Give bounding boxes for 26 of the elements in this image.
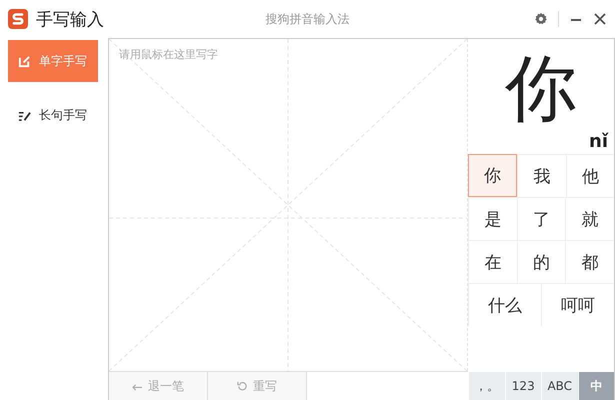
pencil-square-icon xyxy=(18,54,31,68)
pinyin-label: nǐ xyxy=(589,131,608,152)
settings-icon[interactable] xyxy=(534,12,548,26)
sidebar-tab[interactable]: 长句手写 xyxy=(8,94,98,136)
candidate-character[interactable]: 在 xyxy=(468,240,517,283)
refresh-icon xyxy=(237,380,248,392)
candidate-character[interactable]: 什么 xyxy=(468,283,541,326)
mode-tab[interactable]: ，。 xyxy=(468,372,504,400)
logo-icon xyxy=(8,9,28,29)
candidate-character[interactable]: 你 xyxy=(468,154,518,197)
candidate-character[interactable]: 的 xyxy=(516,240,566,283)
close-icon[interactable] xyxy=(593,12,607,26)
preview-character: 你 xyxy=(505,45,577,132)
canvas-placeholder: 请用鼠标在这里写字 xyxy=(119,47,218,62)
app-name: 手写输入 xyxy=(36,8,104,30)
candidate-character[interactable]: 他 xyxy=(566,154,614,197)
mode-tab[interactable]: 123 xyxy=(504,372,541,400)
window-title: 搜狗拼音输入法 xyxy=(266,10,350,28)
candidate-character[interactable]: 都 xyxy=(565,240,614,283)
mode-tab[interactable]: ABC xyxy=(541,372,578,400)
candidate-character[interactable]: 了 xyxy=(516,197,566,240)
candidate-character[interactable]: 呵呵 xyxy=(541,283,614,326)
candidate-character[interactable]: 就 xyxy=(565,197,614,240)
candidate-character[interactable]: 是 xyxy=(468,197,517,240)
candidate-character[interactable]: 我 xyxy=(517,154,566,197)
back-arrow-icon xyxy=(132,382,143,390)
